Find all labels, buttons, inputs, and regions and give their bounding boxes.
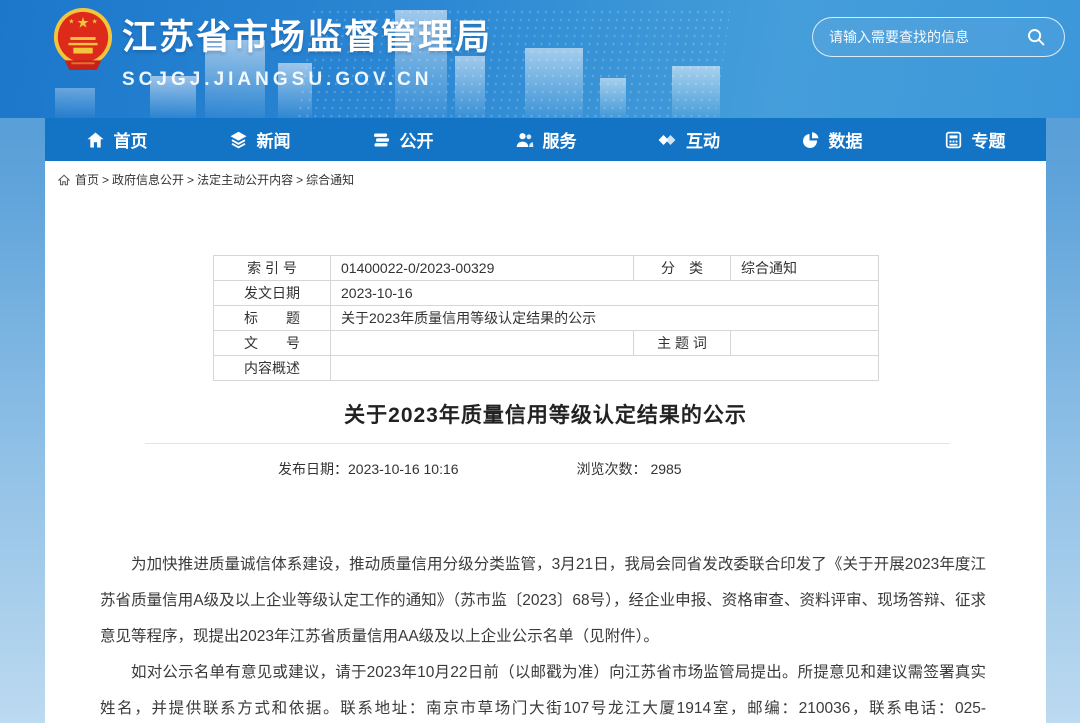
search-icon: [1026, 27, 1046, 47]
title-divider: [145, 443, 950, 444]
breadcrumb-gov-info[interactable]: 政府信息公开: [112, 171, 184, 188]
building-decoration: [600, 78, 626, 118]
site-title: 江苏省市场监督管理局: [122, 9, 492, 60]
breadcrumb-separator: >: [296, 173, 303, 187]
svg-text:★: ★: [76, 15, 89, 31]
nav-item-data[interactable]: 数据: [760, 118, 903, 161]
keywords-value: [731, 331, 879, 356]
search-button[interactable]: [1026, 26, 1048, 48]
site-brand: 江苏省市场监督管理局 SCJGJ.JIANGSU.GOV.CN: [122, 9, 492, 91]
data-icon: [801, 131, 820, 149]
nav-label: 互动: [686, 127, 720, 152]
breadcrumb-home[interactable]: 首页: [75, 171, 99, 188]
index-number-label: 索 引 号: [214, 256, 331, 281]
svg-text:★: ★: [92, 19, 98, 26]
topics-icon: [944, 131, 963, 149]
site-header: ★ ★ ★ 江苏省市场监督管理局 SCJGJ.JIANGSU.GOV.CN: [0, 0, 1080, 118]
news-icon: [229, 131, 248, 149]
nav-item-disclosure[interactable]: 公开: [331, 118, 474, 161]
publish-date: 发布日期：2023-10-16 10:16: [278, 459, 459, 479]
nav-label: 服务: [543, 127, 577, 152]
building-decoration: [672, 66, 720, 118]
nav-label: 新闻: [257, 127, 291, 152]
doc-title-value: 关于2023年质量信用等级认定结果的公示: [331, 306, 879, 331]
article-title: 关于2023年质量信用等级认定结果的公示: [45, 399, 1046, 429]
doc-number-value: [331, 331, 634, 356]
breadcrumb-current[interactable]: 综合通知: [306, 171, 354, 188]
table-row: 标 题 关于2023年质量信用等级认定结果的公示: [214, 306, 879, 331]
summary-label: 内容概述: [214, 356, 331, 381]
building-decoration: [55, 88, 95, 118]
view-count: 浏览次数： 2985: [577, 459, 682, 479]
main-nav: 首页 新闻 公开: [45, 118, 1046, 161]
disclosure-icon: [372, 131, 391, 149]
national-emblem-icon: ★ ★ ★: [52, 6, 114, 72]
svg-text:★: ★: [68, 19, 74, 26]
nav-item-service[interactable]: 服务: [474, 118, 617, 161]
service-icon: [515, 131, 534, 149]
main-column: 首页 新闻 公开: [45, 118, 1046, 723]
table-row: 文 号 主 题 词: [214, 331, 879, 356]
breadcrumb-separator: >: [102, 173, 109, 187]
doc-title-label: 标 题: [214, 306, 331, 331]
table-row: 内容概述: [214, 356, 879, 381]
article-body: 为加快推进质量诚信体系建设，推动质量信用分级分类监管，3月21日，我局会同省发改…: [45, 547, 1046, 723]
doc-number-label: 文 号: [214, 331, 331, 356]
publish-date-value: 2023-10-16 10:16: [348, 461, 459, 477]
category-label: 分 类: [634, 256, 731, 281]
document-info-table: 索 引 号 01400022-0/2023-00329 分 类 综合通知 发文日…: [213, 255, 879, 381]
table-row: 索 引 号 01400022-0/2023-00329 分 类 综合通知: [214, 256, 879, 281]
site-search: [812, 17, 1065, 57]
issue-date-value: 2023-10-16: [331, 281, 879, 306]
article-paragraph: 如对公示名单有意见或建议，请于2023年10月22日前（以邮戳为准）向江苏省市场…: [100, 655, 986, 723]
content-panel: 首页 > 政府信息公开 > 法定主动公开内容 > 综合通知 索 引 号 0140…: [45, 161, 1046, 723]
nav-label: 数据: [829, 127, 863, 152]
category-value: 综合通知: [731, 256, 879, 281]
nav-item-news[interactable]: 新闻: [188, 118, 331, 161]
breadcrumb-separator: >: [187, 173, 194, 187]
building-decoration: [525, 48, 583, 118]
national-emblem-logo[interactable]: ★ ★ ★: [52, 6, 114, 72]
nav-label: 专题: [972, 127, 1006, 152]
table-row: 发文日期 2023-10-16: [214, 281, 879, 306]
breadcrumb-statutory[interactable]: 法定主动公开内容: [197, 171, 293, 188]
publish-date-label: 发布日期：: [278, 461, 348, 477]
article-meta: 发布日期：2023-10-16 10:16 浏览次数： 2985: [45, 459, 1046, 479]
article-paragraph: 为加快推进质量诚信体系建设，推动质量信用分级分类监管，3月21日，我局会同省发改…: [100, 547, 986, 655]
home-outline-icon: [58, 174, 70, 186]
interaction-icon: [657, 131, 677, 149]
keywords-label: 主 题 词: [634, 331, 731, 356]
nav-item-home[interactable]: 首页: [45, 118, 188, 161]
issue-date-label: 发文日期: [214, 281, 331, 306]
summary-value: [331, 356, 879, 381]
site-domain: SCJGJ.JIANGSU.GOV.CN: [122, 69, 492, 91]
home-icon: [86, 131, 105, 149]
index-number-value: 01400022-0/2023-00329: [331, 256, 634, 281]
search-input[interactable]: [829, 29, 1026, 45]
nav-item-topics[interactable]: 专题: [903, 118, 1046, 161]
nav-label: 公开: [400, 127, 434, 152]
page: ★ ★ ★ 江苏省市场监督管理局 SCJGJ.JIANGSU.GOV.CN: [0, 0, 1080, 723]
view-count-label: 浏览次数：: [577, 461, 647, 477]
breadcrumb: 首页 > 政府信息公开 > 法定主动公开内容 > 综合通知: [45, 161, 1046, 188]
view-count-value: 2985: [650, 461, 681, 477]
nav-item-interaction[interactable]: 互动: [617, 118, 760, 161]
nav-label: 首页: [114, 127, 148, 152]
